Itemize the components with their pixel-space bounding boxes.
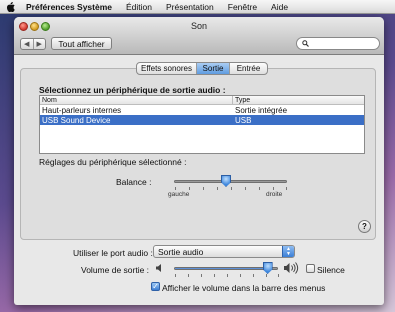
speaker-low-icon [156, 264, 161, 272]
search-field[interactable] [296, 37, 380, 50]
speaker-high-icon [284, 262, 299, 274]
selected-device-heading: Réglages du périphérique sélectionné : [39, 157, 187, 167]
title-bar: Son ◀ ▶ Tout afficher [14, 17, 384, 55]
back-arrow-icon[interactable]: ◀ [21, 39, 34, 49]
device-name: USB Sound Device [42, 115, 111, 125]
column-header-name[interactable]: Nom [40, 96, 233, 104]
column-header-type[interactable]: Type [233, 96, 364, 104]
menu-edition[interactable]: Édition [126, 2, 152, 12]
device-type: USB [235, 115, 252, 125]
menu-app[interactable]: Préférences Système [26, 2, 112, 12]
menu-fenetre[interactable]: Fenêtre [228, 2, 257, 12]
volume-ticks [175, 274, 280, 278]
tab-sortie[interactable]: Sortie [197, 63, 230, 74]
search-icon [302, 40, 309, 47]
show-volume-in-menubar-label: Afficher le volume dans la barre des men… [162, 283, 326, 293]
balance-left-label: gauche [168, 191, 190, 198]
volume-slider-track[interactable] [174, 267, 278, 270]
show-all-button[interactable]: Tout afficher [51, 37, 112, 50]
output-device-heading: Sélectionnez un périphérique de sortie a… [39, 85, 226, 95]
menu-aide[interactable]: Aide [271, 2, 288, 12]
forward-arrow-icon[interactable]: ▶ [34, 39, 46, 49]
menu-bar: Préférences Système Édition Présentation… [0, 0, 395, 14]
tab-bar: Effets sonores Sortie Entrée [136, 62, 268, 75]
menu-presentation[interactable]: Présentation [166, 2, 214, 12]
mute-label: Silence [317, 265, 345, 275]
nav-buttons: ◀ ▶ [20, 38, 46, 50]
show-volume-in-menubar-checkbox[interactable]: ✓ [151, 282, 160, 291]
volume-label: Volume de sortie : [81, 265, 150, 275]
device-type: Sortie intégrée [235, 105, 288, 115]
table-header: Nom Type [40, 96, 364, 105]
apple-icon[interactable] [6, 1, 16, 12]
tab-entree[interactable]: Entrée [230, 63, 267, 74]
device-name: Haut-parleurs internes [42, 105, 122, 115]
search-input[interactable] [312, 39, 378, 48]
tab-effets-sonores[interactable]: Effets sonores [137, 63, 197, 74]
window-title: Son [190, 21, 207, 31]
audio-port-label: Utiliser le port audio : [73, 248, 153, 258]
audio-port-select[interactable]: Sortie audio ▲ ▼ [153, 245, 295, 258]
mute-checkbox[interactable] [306, 264, 315, 273]
chevron-updown-icon: ▲ ▼ [282, 246, 294, 257]
balance-label: Balance : [116, 177, 152, 187]
table-row-selected[interactable]: USB Sound Device USB [40, 115, 364, 125]
volume-slider-fill [175, 268, 269, 269]
device-table: Nom Type Haut-parleurs internes Sortie i… [39, 95, 365, 154]
table-row[interactable]: Haut-parleurs internes Sortie intégrée [40, 105, 364, 115]
balance-right-label: droite [266, 191, 283, 198]
audio-port-value: Sortie audio [158, 246, 204, 257]
help-button[interactable]: ? [358, 220, 371, 233]
